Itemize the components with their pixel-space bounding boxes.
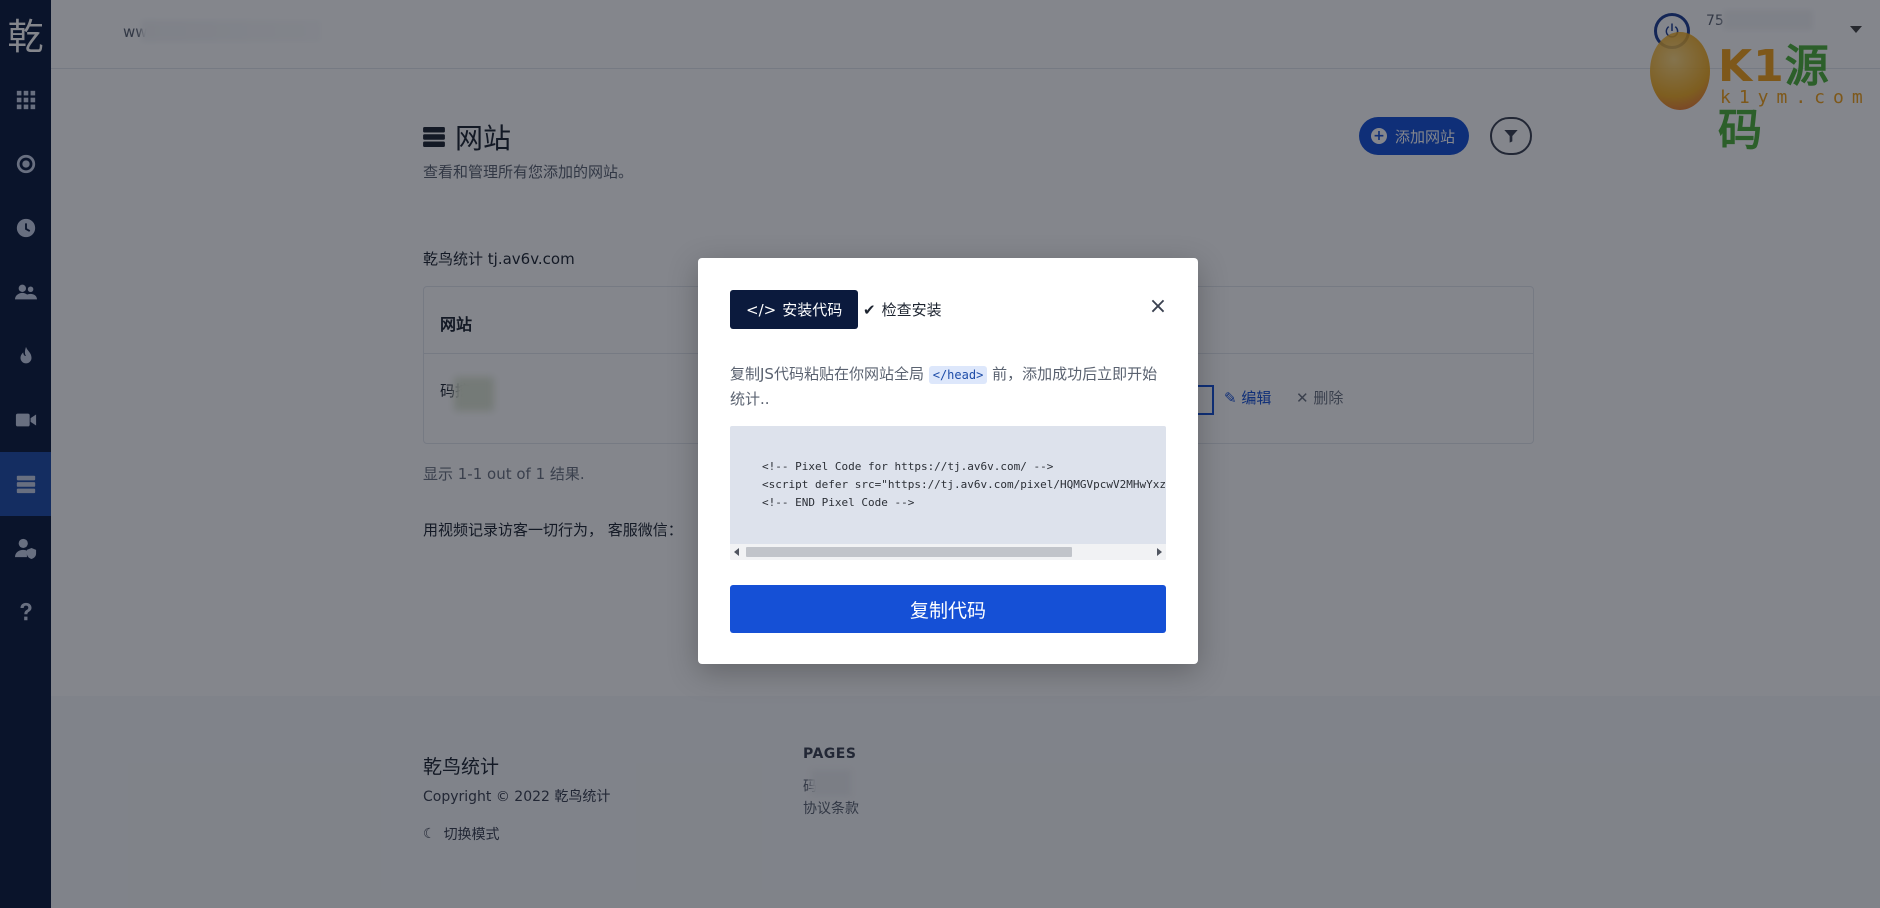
scrollbar-thumb[interactable] xyxy=(746,547,1072,557)
tab-check-install[interactable]: ✔ 检查安装 xyxy=(863,290,942,329)
code-icon: </> xyxy=(746,300,777,319)
code-snippet-box[interactable]: <!-- Pixel Code for https://tj.av6v.com/… xyxy=(730,426,1166,560)
head-tag-code: </head> xyxy=(928,366,988,384)
close-button[interactable]: × xyxy=(1146,294,1170,319)
install-instructions: 复制JS代码粘贴在你网站全局 </head> 前，添加成功后立即开始统计.. xyxy=(730,362,1170,411)
check-icon: ✔ xyxy=(863,300,876,319)
scroll-left-arrow-icon[interactable] xyxy=(734,548,739,556)
instructions-text: 复制JS代码粘贴在你网站全局 xyxy=(730,365,929,383)
scroll-right-arrow-icon[interactable] xyxy=(1157,548,1162,556)
horizontal-scrollbar[interactable] xyxy=(730,544,1166,560)
copy-code-button[interactable]: 复制代码 xyxy=(730,585,1166,633)
tab-install-label: 安装代码 xyxy=(782,301,843,319)
install-code-modal: </> 安装代码 ✔ 检查安装 × 复制JS代码粘贴在你网站全局 </head>… xyxy=(698,258,1198,664)
tab-check-label: 检查安装 xyxy=(881,301,942,319)
tracking-code[interactable]: <!-- Pixel Code for https://tj.av6v.com/… xyxy=(762,458,1166,512)
tab-install-code[interactable]: </> 安装代码 xyxy=(730,290,859,329)
